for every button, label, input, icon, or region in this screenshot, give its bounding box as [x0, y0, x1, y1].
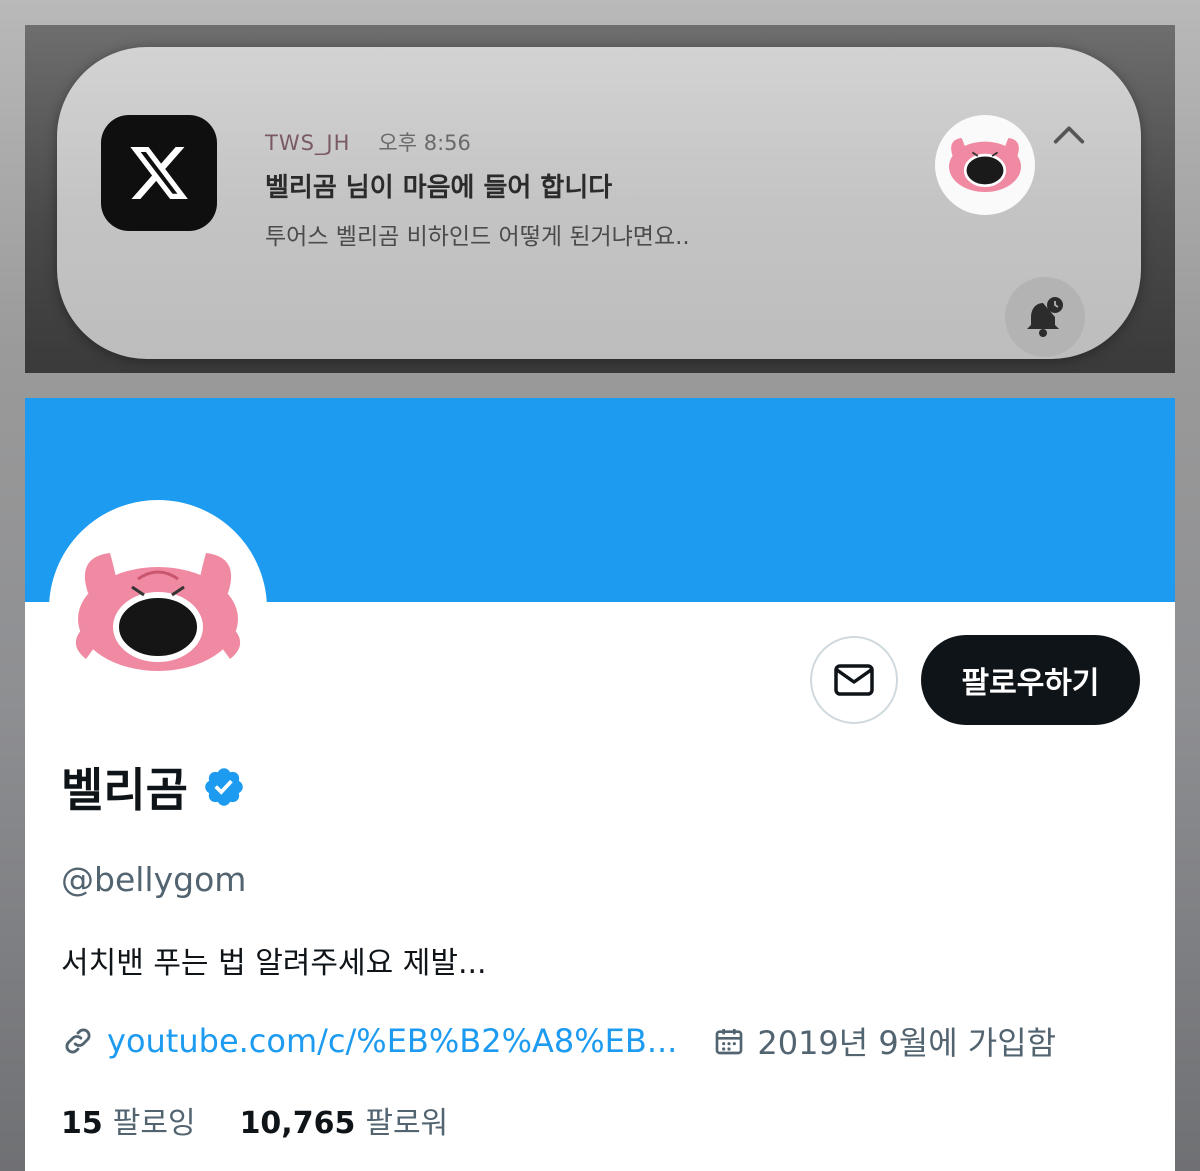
- profile-panel: 팔로우하기 벨리곰 @bellygom 서치밴 푸는 법 알려주세요 제발...…: [25, 398, 1175, 1171]
- joined-date: 2019년 9월에 가입함: [757, 1024, 1057, 1062]
- x-logo-icon: [101, 115, 217, 231]
- profile-link[interactable]: youtube.com/c/%EB%B2%A8%EB...: [107, 1022, 677, 1060]
- verified-badge-icon[interactable]: [202, 765, 246, 809]
- notification-sender: TWS_JH: [265, 131, 351, 155]
- display-name-row: 벨리곰: [61, 754, 246, 820]
- chevron-up-icon[interactable]: [1047, 113, 1091, 157]
- bell-snooze-button[interactable]: [1005, 277, 1085, 357]
- profile-handle: @bellygom: [61, 860, 247, 899]
- profile-meta: youtube.com/c/%EB%B2%A8%EB... 2019년 9월에 …: [61, 1018, 1056, 1064]
- notification-card[interactable]: TWS_JH 오후 8:56 벨리곰 님이 마음에 들어 합니다 투어스 벨리곰…: [57, 47, 1141, 359]
- followers-count[interactable]: 10,765: [240, 1106, 356, 1141]
- pink-bear-avatar: [935, 115, 1035, 215]
- avatar[interactable]: [49, 500, 267, 718]
- message-button[interactable]: [810, 636, 898, 724]
- followers-label[interactable]: 팔로워: [365, 1098, 448, 1142]
- profile-bio: 서치밴 푸는 법 알려주세요 제발...: [61, 946, 487, 981]
- notification-backdrop: TWS_JH 오후 8:56 벨리곰 님이 마음에 들어 합니다 투어스 벨리곰…: [25, 25, 1175, 373]
- display-name: 벨리곰: [61, 763, 188, 817]
- notification-title: 벨리곰 님이 마음에 들어 합니다: [265, 173, 613, 203]
- bell-snooze-icon: [1027, 297, 1063, 337]
- calendar-icon: [716, 1029, 743, 1055]
- notification-meta: TWS_JH 오후 8:56: [265, 127, 471, 157]
- notification-time: 오후 8:56: [378, 131, 471, 155]
- pink-bear-avatar: [75, 553, 241, 671]
- envelope-icon: [834, 664, 874, 696]
- following-count[interactable]: 15: [61, 1106, 103, 1141]
- follow-button[interactable]: 팔로우하기: [921, 635, 1140, 725]
- profile-stats: 15 팔로잉 10,765 팔로워: [61, 1098, 448, 1142]
- link-icon: [65, 1028, 91, 1054]
- notification-body: 투어스 벨리곰 비하인드 어떻게 된거냐면요..: [265, 224, 690, 250]
- following-label[interactable]: 팔로잉: [113, 1098, 196, 1142]
